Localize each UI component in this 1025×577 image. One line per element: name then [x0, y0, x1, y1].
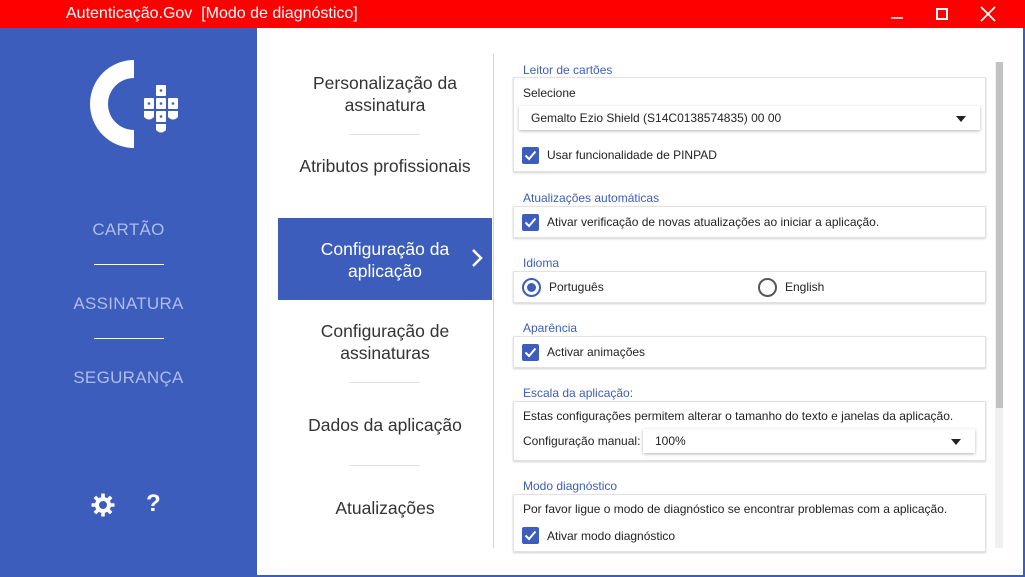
checkmark-icon: [524, 530, 537, 541]
diagnostic-description: Por favor ligue o modo de diagnóstico se…: [523, 502, 948, 516]
question-icon: ?: [146, 490, 161, 517]
subnav-item-configuracao-assinaturas[interactable]: Configuração de assinaturas: [278, 320, 492, 364]
sidebar-item-assinatura[interactable]: ASSINATURA: [0, 294, 257, 314]
scale-value: 100%: [655, 434, 686, 448]
scale-card: Estas configurações permitem alterar o t…: [513, 401, 986, 461]
radio-portugues[interactable]: [522, 278, 541, 297]
select-label: Selecione: [523, 86, 576, 100]
subnav-divider: [350, 465, 420, 466]
gear-icon: [91, 493, 115, 517]
settings-content: Leitor de cartões Selecione Gemalto Ezio…: [513, 28, 993, 577]
diagnostic-label: Ativar modo diagnóstico: [547, 529, 676, 543]
app-logo: [90, 60, 178, 148]
language-card: Português English: [513, 271, 986, 303]
subnav-item-dados[interactable]: Dados da aplicação: [278, 414, 492, 436]
manual-config-label: Configuração manual:: [523, 434, 641, 448]
scale-description: Estas configurações permitem alterar o t…: [523, 409, 954, 423]
diagnostic-card: Por favor ligue o modo de diagnóstico se…: [513, 494, 986, 552]
checkmark-icon: [524, 150, 537, 161]
scrollbar-thumb[interactable]: [996, 62, 1003, 408]
animations-checkbox[interactable]: [522, 344, 539, 361]
chevron-right-icon: [472, 249, 483, 267]
sidebar-divider: [94, 338, 164, 339]
sidebar-divider: [94, 264, 164, 265]
maximize-icon: [936, 8, 948, 20]
subnav-item-label: Configuração da aplicação: [320, 239, 450, 281]
diagnostic-checkbox[interactable]: [522, 527, 539, 544]
close-button[interactable]: [965, 0, 1011, 28]
minimize-icon: [891, 17, 903, 19]
section-title-scale: Escala da aplicação:: [523, 386, 634, 400]
dropdown-arrow-icon: [956, 116, 966, 122]
panel-divider: [493, 54, 494, 548]
subnav-divider: [350, 382, 420, 383]
subnav-divider: [350, 134, 420, 135]
section-title-appearance: Aparência: [523, 321, 578, 335]
section-title-diagnostic: Modo diagnóstico: [523, 479, 618, 493]
subnav-item-atualizacoes[interactable]: Atualizações: [278, 497, 492, 519]
minimize-button[interactable]: [874, 0, 920, 28]
settings-button[interactable]: [91, 493, 115, 524]
sidebar-item-cartao[interactable]: CARTÃO: [0, 220, 257, 240]
subnav-item-atributos[interactable]: Atributos profissionais: [278, 155, 492, 199]
help-button[interactable]: ?: [146, 490, 161, 518]
auto-updates-checkbox[interactable]: [522, 214, 539, 231]
card-reader-value: Gemalto Ezio Shield (S14C0138574835) 00 …: [531, 111, 782, 125]
title-bar: Autenticação.Gov [Modo de diagnóstico]: [0, 0, 1025, 28]
subnav-item-configuracao-aplicacao[interactable]: Configuração da aplicação: [278, 218, 492, 300]
radio-english-label: English: [785, 280, 825, 294]
appearance-card: Activar animações: [513, 336, 986, 368]
card-reader-dropdown[interactable]: Gemalto Ezio Shield (S14C0138574835) 00 …: [519, 106, 980, 130]
sidebar-item-seguranca[interactable]: SEGURANÇA: [0, 368, 257, 388]
radio-portugues-label: Português: [549, 280, 604, 294]
checkmark-icon: [524, 217, 537, 228]
scale-dropdown[interactable]: 100%: [643, 429, 975, 453]
card-reader-card: Selecione Gemalto Ezio Shield (S14C01385…: [513, 77, 986, 172]
pinpad-label: Usar funcionalidade de PINPAD: [547, 148, 717, 162]
section-title-auto-updates: Atualizações automáticas: [523, 191, 660, 205]
dropdown-arrow-icon: [951, 439, 961, 445]
auto-updates-card: Ativar verificação de novas atualizações…: [513, 206, 986, 238]
auto-updates-label: Ativar verificação de novas atualizações…: [547, 215, 880, 229]
animations-label: Activar animações: [547, 345, 646, 359]
section-title-language: Idioma: [523, 256, 560, 270]
checkmark-icon: [524, 347, 537, 358]
window-title: Autenticação.Gov [Modo de diagnóstico]: [66, 5, 358, 22]
maximize-button[interactable]: [919, 0, 965, 28]
radio-english[interactable]: [758, 278, 777, 297]
sidebar: CARTÃO ASSINATURA SEGURANÇA ?: [0, 28, 257, 577]
settings-subnav: Personalização da assinatura Atributos p…: [278, 28, 492, 577]
section-title-card-reader: Leitor de cartões: [523, 63, 613, 77]
close-icon: [980, 6, 996, 22]
subnav-item-personalizacao[interactable]: Personalização da assinatura: [278, 72, 492, 116]
pinpad-checkbox[interactable]: [522, 147, 539, 164]
